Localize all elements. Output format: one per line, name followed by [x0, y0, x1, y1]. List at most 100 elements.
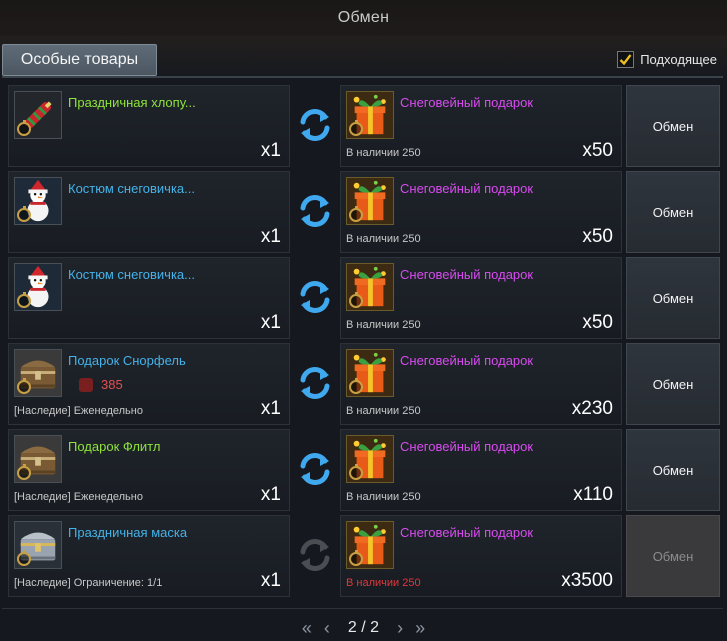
exchange-list: Праздничная хлопу... x1 Снеговейный подаро… [5, 83, 723, 599]
timer-icon [349, 292, 363, 308]
give-item-panel[interactable]: Костюм снеговичка... x1 [8, 257, 290, 339]
give-item-qty: x1 [260, 312, 281, 333]
get-item-panel[interactable]: Снеговейный подарок В наличии 250 x50 [340, 257, 622, 339]
give-item-name: Подарок Флитл [68, 439, 161, 454]
snowman-icon [14, 177, 62, 225]
get-item-qty: x230 [571, 398, 613, 419]
firecracker-icon [14, 91, 62, 139]
get-item-qty: x50 [582, 226, 613, 247]
stock-count: В наличии 250 [346, 147, 421, 159]
cost-display: 385 [79, 377, 123, 392]
get-item-panel[interactable]: Снеговейный подарок В наличии 250 x3500 [340, 515, 622, 597]
timer-icon [349, 464, 363, 480]
tab-special-goods[interactable]: Особые товары [2, 44, 157, 76]
gift-icon [346, 91, 394, 139]
chest-icon [14, 435, 62, 483]
suitable-filter[interactable]: Подходящее [617, 51, 717, 68]
give-item-qty: x1 [260, 570, 281, 591]
get-item-name: Снеговейный подарок [400, 439, 534, 454]
window-title-bar: Обмен [0, 0, 727, 36]
get-item-qty: x110 [573, 484, 613, 505]
exchange-arrows-icon [300, 367, 330, 399]
exchange-arrow [295, 449, 335, 489]
get-item-qty: x3500 [561, 570, 613, 591]
give-item-name: Костюм снеговичка... [68, 181, 195, 196]
suitable-label: Подходящее [640, 52, 717, 67]
next-page-button[interactable]: › [397, 619, 403, 637]
exchange-button[interactable]: Обмен [626, 343, 720, 425]
prev-page-button[interactable]: ‹ [324, 619, 330, 637]
give-item-panel[interactable]: Праздничная хлопу... x1 [8, 85, 290, 167]
exchange-button[interactable]: Обмен [626, 85, 720, 167]
get-item-panel[interactable]: Снеговейный подарок В наличии 250 x110 [340, 429, 622, 511]
snowman-icon [14, 263, 62, 311]
timer-icon [349, 120, 363, 136]
stock-count: В наличии 250 [346, 319, 421, 331]
exchange-row: Праздничная хлопу... x1 Снеговейный подаро… [5, 83, 723, 169]
currency-icon [79, 377, 93, 392]
exchange-arrows-icon [300, 281, 330, 313]
get-item-panel[interactable]: Снеговейный подарок В наличии 250 x50 [340, 171, 622, 253]
exchange-row: Подарок Флитл [Наследие] Еженедельно x1 Сне… [5, 427, 723, 513]
exchange-arrow [295, 105, 335, 145]
gift-icon [346, 521, 394, 569]
give-item-name: Праздничная хлопу... [68, 95, 196, 110]
exchange-arrows-icon [300, 109, 330, 141]
exchange-button[interactable]: Обмен [626, 515, 720, 597]
give-item-panel[interactable]: Подарок Флитл [Наследие] Еженедельно x1 [8, 429, 290, 511]
give-item-qty: x1 [260, 226, 281, 247]
give-item-panel[interactable]: Подарок Снорфель 385 [Наследие] Еженедельн… [8, 343, 290, 425]
stock-count: В наличии 250 [346, 405, 421, 417]
get-item-name: Снеговейный подарок [400, 267, 534, 282]
gift-icon [346, 349, 394, 397]
timer-icon [349, 206, 363, 222]
item-restriction: [Наследие] Ограничение: 1/1 [14, 577, 163, 589]
item-restriction: [Наследие] Еженедельно [14, 405, 143, 417]
gift-icon [346, 177, 394, 225]
give-item-panel[interactable]: Праздничная маска [Наследие] Ограничение:… [8, 515, 290, 597]
get-item-qty: x50 [582, 312, 613, 333]
exchange-arrows-icon [300, 453, 330, 485]
exchange-arrow [295, 535, 335, 575]
timer-icon [17, 464, 31, 480]
get-item-panel[interactable]: Снеговейный подарок В наличии 250 x230 [340, 343, 622, 425]
exchange-row: Праздничная маска [Наследие] Ограничение:… [5, 513, 723, 599]
timer-icon [17, 550, 31, 566]
give-item-name: Праздничная маска [68, 525, 188, 540]
timer-icon [17, 206, 31, 222]
get-item-name: Снеговейный подарок [400, 181, 534, 196]
get-item-name: Снеговейный подарок [400, 95, 534, 110]
exchange-button[interactable]: Обмен [626, 429, 720, 511]
exchange-button[interactable]: Обмен [626, 257, 720, 339]
list-bottom-divider [2, 608, 723, 609]
exchange-button[interactable]: Обмен [626, 171, 720, 253]
mask-chest-icon [14, 521, 62, 569]
exchange-arrow [295, 191, 335, 231]
give-item-name: Костюм снеговичка... [68, 267, 195, 282]
last-page-button[interactable]: » [415, 619, 425, 637]
exchange-row: Подарок Снорфель 385 [Наследие] Еженедельн… [5, 341, 723, 427]
cost-value: 385 [101, 377, 123, 392]
get-item-panel[interactable]: Снеговейный подарок В наличии 250 x50 [340, 85, 622, 167]
first-page-button[interactable]: « [302, 619, 312, 637]
timer-icon [17, 378, 31, 394]
window-title: Обмен [337, 9, 390, 26]
pagination: « ‹ 2 / 2 › » [0, 617, 727, 639]
suitable-checkbox[interactable] [617, 51, 635, 68]
exchange-arrow [295, 277, 335, 317]
exchange-row: Костюм снеговичка... x1 Снеговейный подаро… [5, 169, 723, 255]
give-item-panel[interactable]: Костюм снеговичка... x1 [8, 171, 290, 253]
exchange-arrow [295, 363, 335, 403]
get-item-name: Снеговейный подарок [400, 353, 534, 368]
gift-icon [346, 435, 394, 483]
gift-icon [346, 263, 394, 311]
timer-icon [17, 120, 31, 136]
give-item-qty: x1 [260, 140, 281, 161]
exchange-arrows-icon [300, 539, 330, 571]
page-indicator: 2 / 2 [347, 619, 380, 636]
tab-divider [2, 76, 723, 78]
give-item-qty: x1 [260, 398, 281, 419]
timer-icon [17, 292, 31, 308]
give-item-qty: x1 [260, 484, 281, 505]
exchange-row: Костюм снеговичка... x1 Снеговейный подаро… [5, 255, 723, 341]
